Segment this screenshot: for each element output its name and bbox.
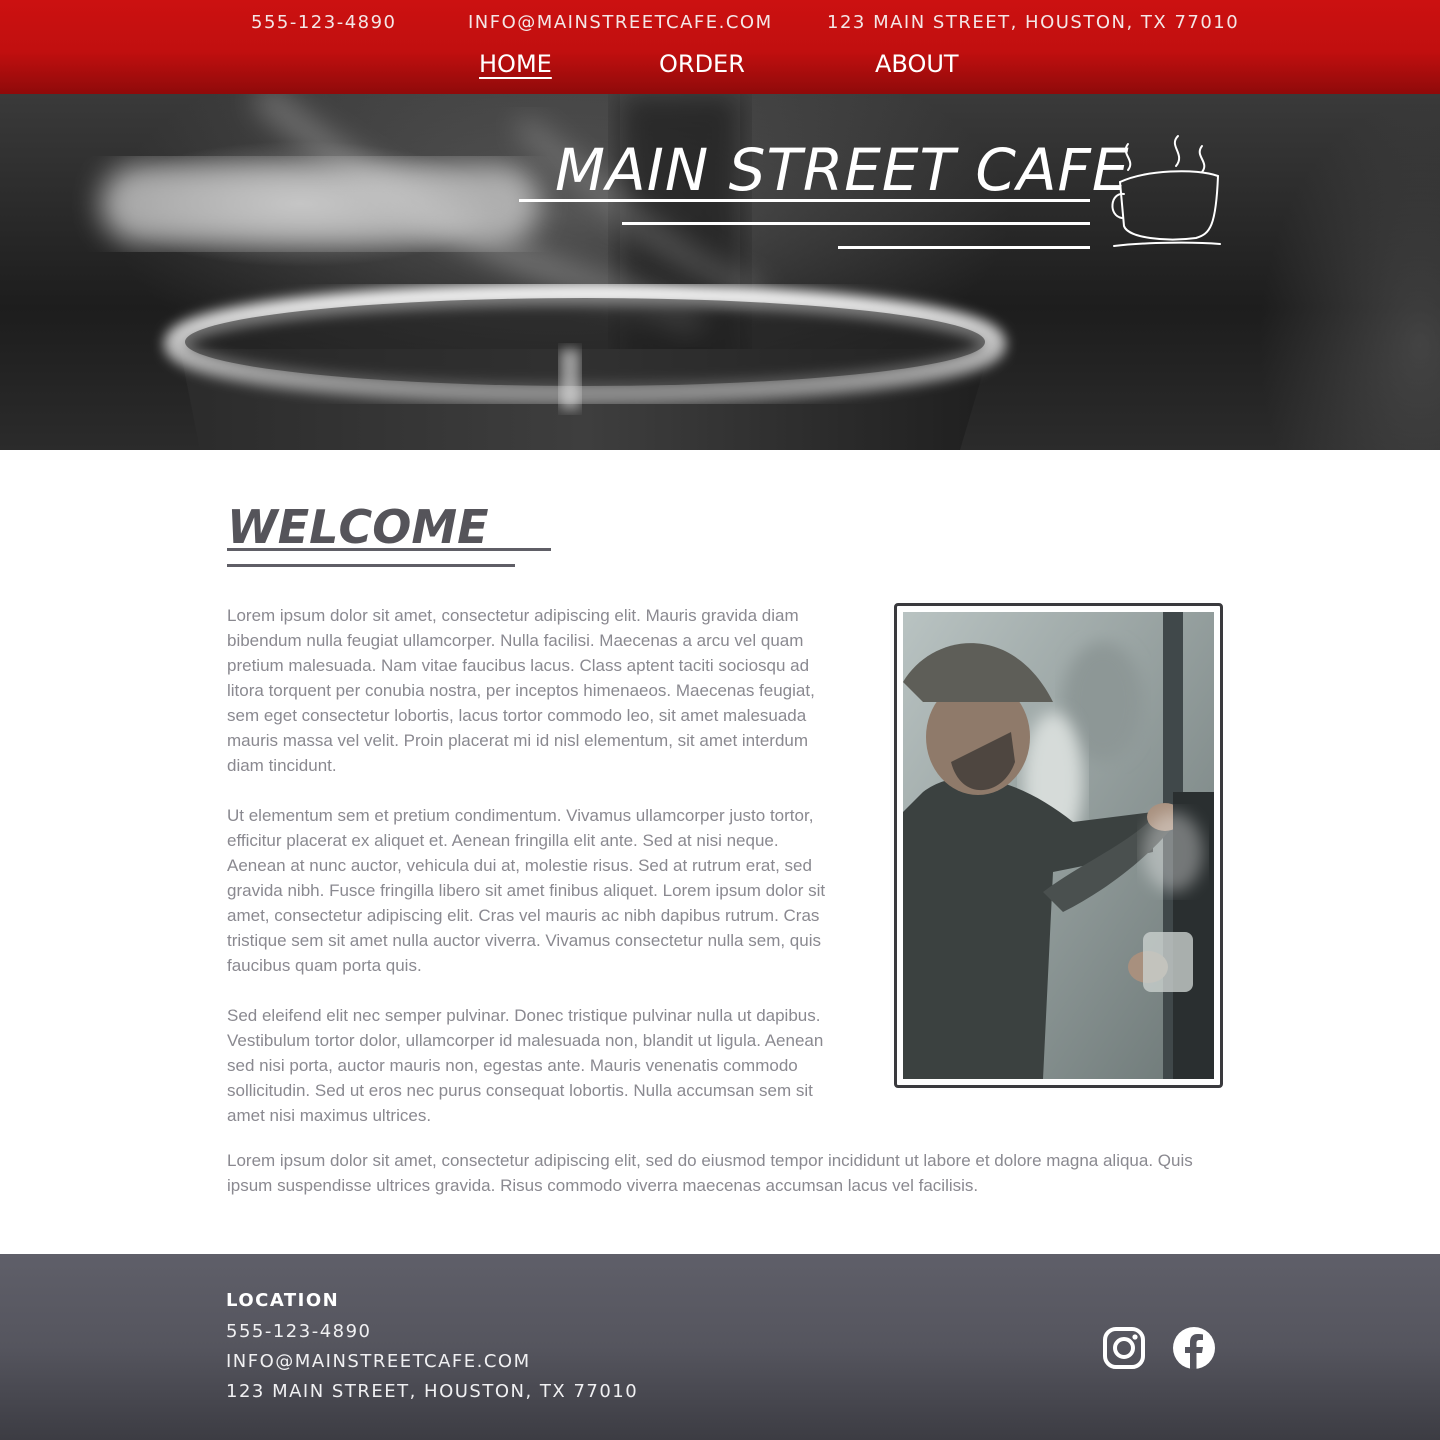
hero-banner: MAIN STREET CAFE (0, 94, 1440, 450)
hero-divider (622, 222, 1090, 225)
site-footer: LOCATION 555-123-4890 INFO@MAINSTREETCAF… (0, 1254, 1440, 1440)
welcome-divider (227, 564, 515, 567)
footer-address: 123 MAIN STREET, HOUSTON, TX 77010 (226, 1381, 639, 1402)
footer-heading: LOCATION (226, 1290, 340, 1311)
barista-photo (903, 612, 1214, 1079)
barista-photo-frame (894, 603, 1223, 1088)
body-paragraph: Ut elementum sem et pretium condimentum.… (227, 806, 826, 975)
welcome-body: Lorem ipsum dolor sit amet, consectetur … (227, 603, 827, 1153)
welcome-heading: WELCOME (227, 500, 489, 554)
hero-divider (838, 246, 1090, 249)
nav-about-link[interactable]: ABOUT (875, 50, 959, 78)
instagram-icon[interactable] (1102, 1326, 1146, 1370)
nav-home-link[interactable]: HOME (479, 50, 552, 78)
footer-email[interactable]: INFO@MAINSTREETCAFE.COM (226, 1351, 531, 1372)
coffee-cup-icon (1111, 135, 1221, 247)
hero-title: MAIN STREET CAFE (555, 136, 1130, 204)
hero-divider (519, 199, 1090, 202)
main-nav: HOME ORDER ABOUT (0, 50, 1440, 84)
header-phone[interactable]: 555-123-4890 (251, 12, 397, 33)
site-header: 555-123-4890 INFO@MAINSTREETCAFE.COM 123… (0, 0, 1440, 94)
header-email[interactable]: INFO@MAINSTREETCAFE.COM (468, 12, 773, 33)
welcome-divider (227, 548, 551, 551)
wide-paragraph: Lorem ipsum dolor sit amet, consectetur … (227, 1151, 1193, 1195)
nav-order-link[interactable]: ORDER (659, 50, 745, 78)
footer-phone[interactable]: 555-123-4890 (226, 1321, 372, 1342)
facebook-icon[interactable] (1172, 1326, 1216, 1370)
body-paragraph: Sed eleifend elit nec semper pulvinar. D… (227, 1006, 824, 1125)
body-paragraph: Lorem ipsum dolor sit amet, consectetur … (227, 606, 815, 775)
contact-row: 555-123-4890 INFO@MAINSTREETCAFE.COM 123… (0, 12, 1440, 36)
header-address: 123 MAIN STREET, HOUSTON, TX 77010 (827, 12, 1240, 33)
